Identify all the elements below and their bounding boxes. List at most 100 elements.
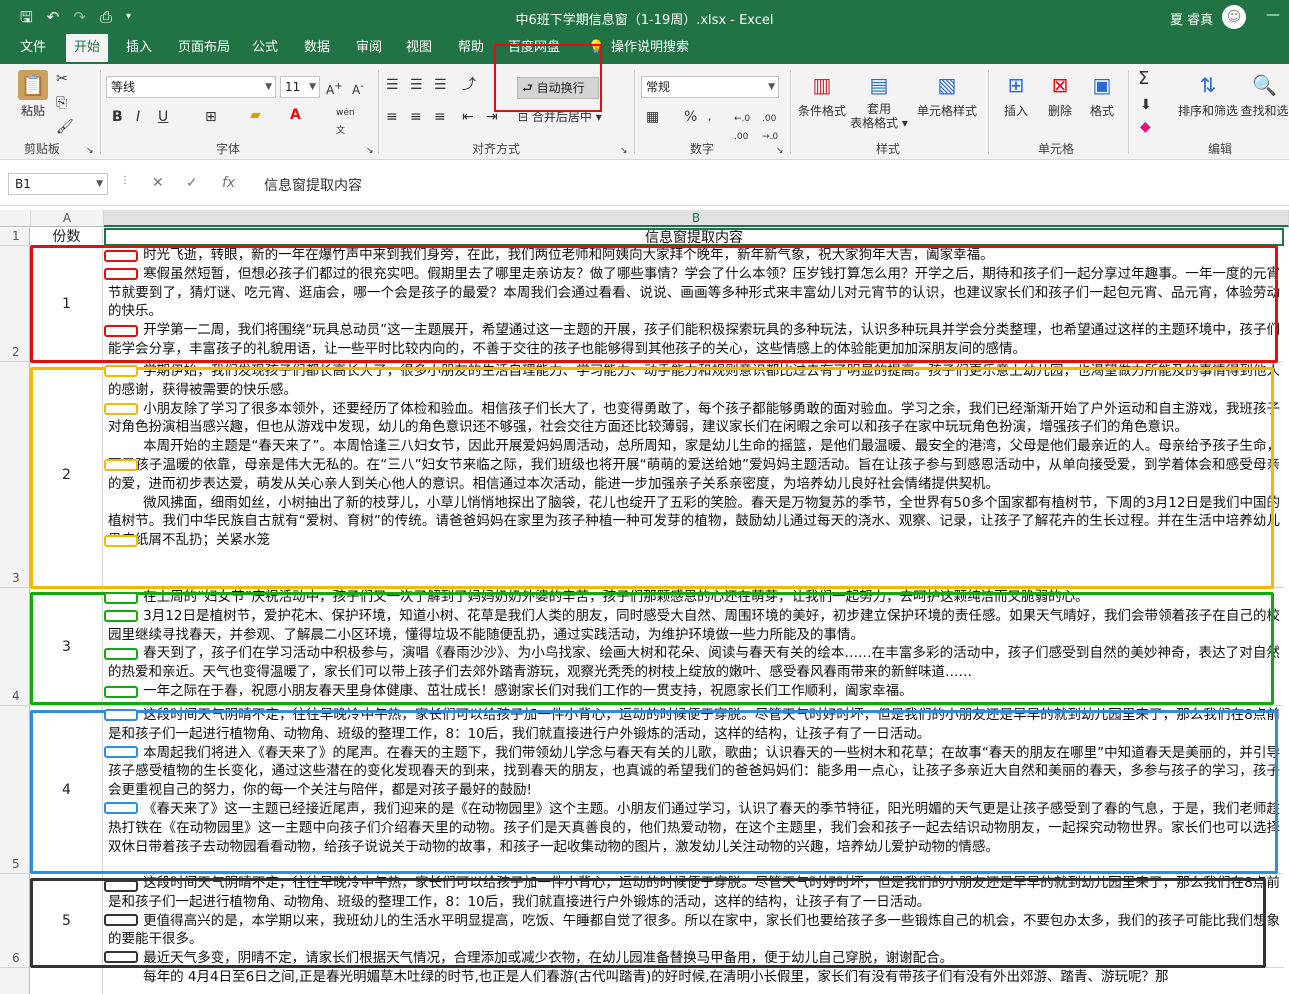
format-cells-label: 格式 [1089,104,1114,118]
align-right-icon[interactable]: ≡ [434,108,446,126]
paragraph-marker [104,592,138,604]
phonetic-guide-icon[interactable]: wén 文 [336,104,355,140]
user-name[interactable]: 夏 睿真 [1170,9,1213,28]
table-format-icon: ▤ [869,73,889,97]
tab-home[interactable]: 开始 [66,34,109,64]
cell-a7[interactable] [31,968,103,994]
minimize-icon[interactable]: — [1266,7,1280,23]
chevron-down-icon: ▼ [265,82,272,92]
dialog-launcher-icon[interactable]: ↘ [86,142,94,160]
font-size-combo[interactable]: 11 ▼ [280,76,320,98]
italic-icon[interactable]: I [136,108,140,126]
row-header-1[interactable]: 1 [0,228,30,246]
name-box[interactable]: B1 ▼ [8,173,108,195]
select-all-corner[interactable] [0,210,31,227]
chevron-down-icon: ▼ [96,179,103,189]
decrease-indent-icon[interactable]: ⇤ [462,108,474,126]
align-bottom-icon[interactable]: ☰ [434,76,447,94]
dialog-launcher-icon[interactable]: ↘ [366,142,374,160]
orientation-icon[interactable]: ⤴ [462,76,476,94]
format-cells-button[interactable]: ▣ 格式 [1082,70,1122,119]
row-header-4[interactable]: 4 [0,588,30,706]
align-left-icon[interactable]: ≡ [386,108,398,126]
row-header-2[interactable]: 2 [0,246,30,362]
annotation-box-orange [30,367,1274,589]
tab-help[interactable]: 帮助 [450,34,492,64]
paragraph-marker [104,648,138,660]
border-icon[interactable]: ⊞ [205,108,217,126]
formula-input[interactable]: 信息窗提取内容 [264,175,362,195]
row-header-6[interactable]: 6 [0,874,30,968]
paragraph-marker [104,250,138,262]
row-header-7[interactable] [0,968,30,994]
cancel-icon[interactable]: ✕ [152,175,164,191]
tell-me-search[interactable]: 操作说明搜索 [603,34,697,64]
formula-bar: B1 ▼ ⋮ ✕ ✓ fx 信息窗提取内容 [0,160,1289,206]
number-format-combo[interactable]: 常规 ▼ [641,76,779,98]
decrease-font-icon[interactable]: A- [352,78,364,99]
tab-view[interactable]: 视图 [398,34,440,64]
insert-cells-button[interactable]: ⊞ 插入 [996,70,1036,119]
ribbon-tabs: 文件 开始 插入 页面布局 公式 数据 审阅 视图 帮助 百度网盘 💡 操作说明… [0,34,1289,64]
dialog-launcher-icon[interactable]: ↘ [776,142,784,160]
annotation-box-blue [30,710,1278,874]
font-name-combo[interactable]: 等线 ▼ [106,76,276,98]
row-number: 5 [12,857,20,871]
tab-formulas[interactable]: 公式 [244,34,286,64]
tab-data[interactable]: 数据 [296,34,338,64]
cell-styles-icon: ▧ [937,73,957,97]
percent-icon[interactable]: % [684,108,697,126]
cell-b1[interactable]: 信息窗提取内容 [104,228,1284,246]
group-separator [634,70,635,154]
tab-file[interactable]: 文件 [12,34,54,64]
delete-cells-button[interactable]: ⊠ 删除 [1040,70,1080,119]
group-label-editing: 编辑 [1208,142,1233,156]
clear-icon[interactable]: ◆ [1140,118,1151,136]
paragraph-marker [104,709,138,721]
dialog-launcher-icon[interactable]: ↘ [620,142,628,160]
increase-font-icon[interactable]: A+ [326,78,343,99]
format-as-table-button[interactable]: ▤ 套用 表格格式 ▾ [850,70,908,130]
enter-icon[interactable]: ✓ [186,175,198,191]
align-top-icon[interactable]: ☰ [386,76,399,94]
tab-page-layout[interactable]: 页面布局 [170,34,238,64]
row-header-5[interactable]: 5 [0,706,30,874]
column-header-a[interactable]: A [31,210,104,227]
decrease-decimal-icon[interactable]: .00 →.0 [762,110,778,146]
cell-a1[interactable]: 份数 [31,228,103,246]
tab-insert[interactable]: 插入 [118,34,160,64]
group-label-alignment: 对齐方式 [472,142,521,156]
paragraph-marker [104,403,138,415]
insert-function-icon[interactable]: fx [222,175,235,191]
column-header-b[interactable]: B [104,210,1289,227]
cell-styles-button[interactable]: ▧ 单元格样式 [912,70,982,119]
autosum-icon[interactable]: Σ [1138,70,1149,88]
merge-icon: ⊟ [518,110,529,124]
cut-icon[interactable]: ✂ [56,70,68,88]
paste-button[interactable]: 📋 粘贴 [14,70,52,119]
table-format-label-2: 表格格式 [850,116,899,130]
underline-icon[interactable]: U [158,108,168,126]
conditional-format-button[interactable]: ▥ 条件格式 [794,70,850,119]
tab-review[interactable]: 审阅 [348,34,390,64]
fill-icon[interactable]: ⬇ [1140,96,1152,114]
format-painter-icon[interactable]: 🖌 [56,118,74,136]
delete-cells-icon: ⊠ [1051,73,1069,97]
increase-decimal-icon[interactable]: ←.0.00 [734,110,750,146]
currency-icon[interactable]: ▦ [646,108,659,126]
copy-icon[interactable]: ⎘ [56,94,67,112]
font-color-icon[interactable]: A [290,106,301,124]
cell-b7[interactable]: 每年的 4月4日至6日之间,正是春光明媚草木吐绿的时节,也正是人们春游(古代叫踏… [104,968,1284,994]
align-middle-icon[interactable]: ☰ [410,76,423,94]
find-select-button[interactable]: 🔍 查找和选 [1240,70,1289,119]
fill-color-icon[interactable]: ▰ [250,106,261,124]
row-header-3[interactable]: 3 [0,362,30,588]
comma-icon[interactable]: , [708,108,712,126]
find-select-label: 查找和选 [1240,104,1289,118]
drag-handle-icon[interactable]: ⋮ [120,175,130,186]
sort-filter-button[interactable]: ⇅ 排序和筛选 [1176,70,1240,119]
paragraph-marker [104,880,138,892]
align-center-icon[interactable]: ≡ [410,108,422,126]
avatar[interactable]: ☺ [1222,5,1246,29]
bold-icon[interactable]: B [112,108,123,126]
